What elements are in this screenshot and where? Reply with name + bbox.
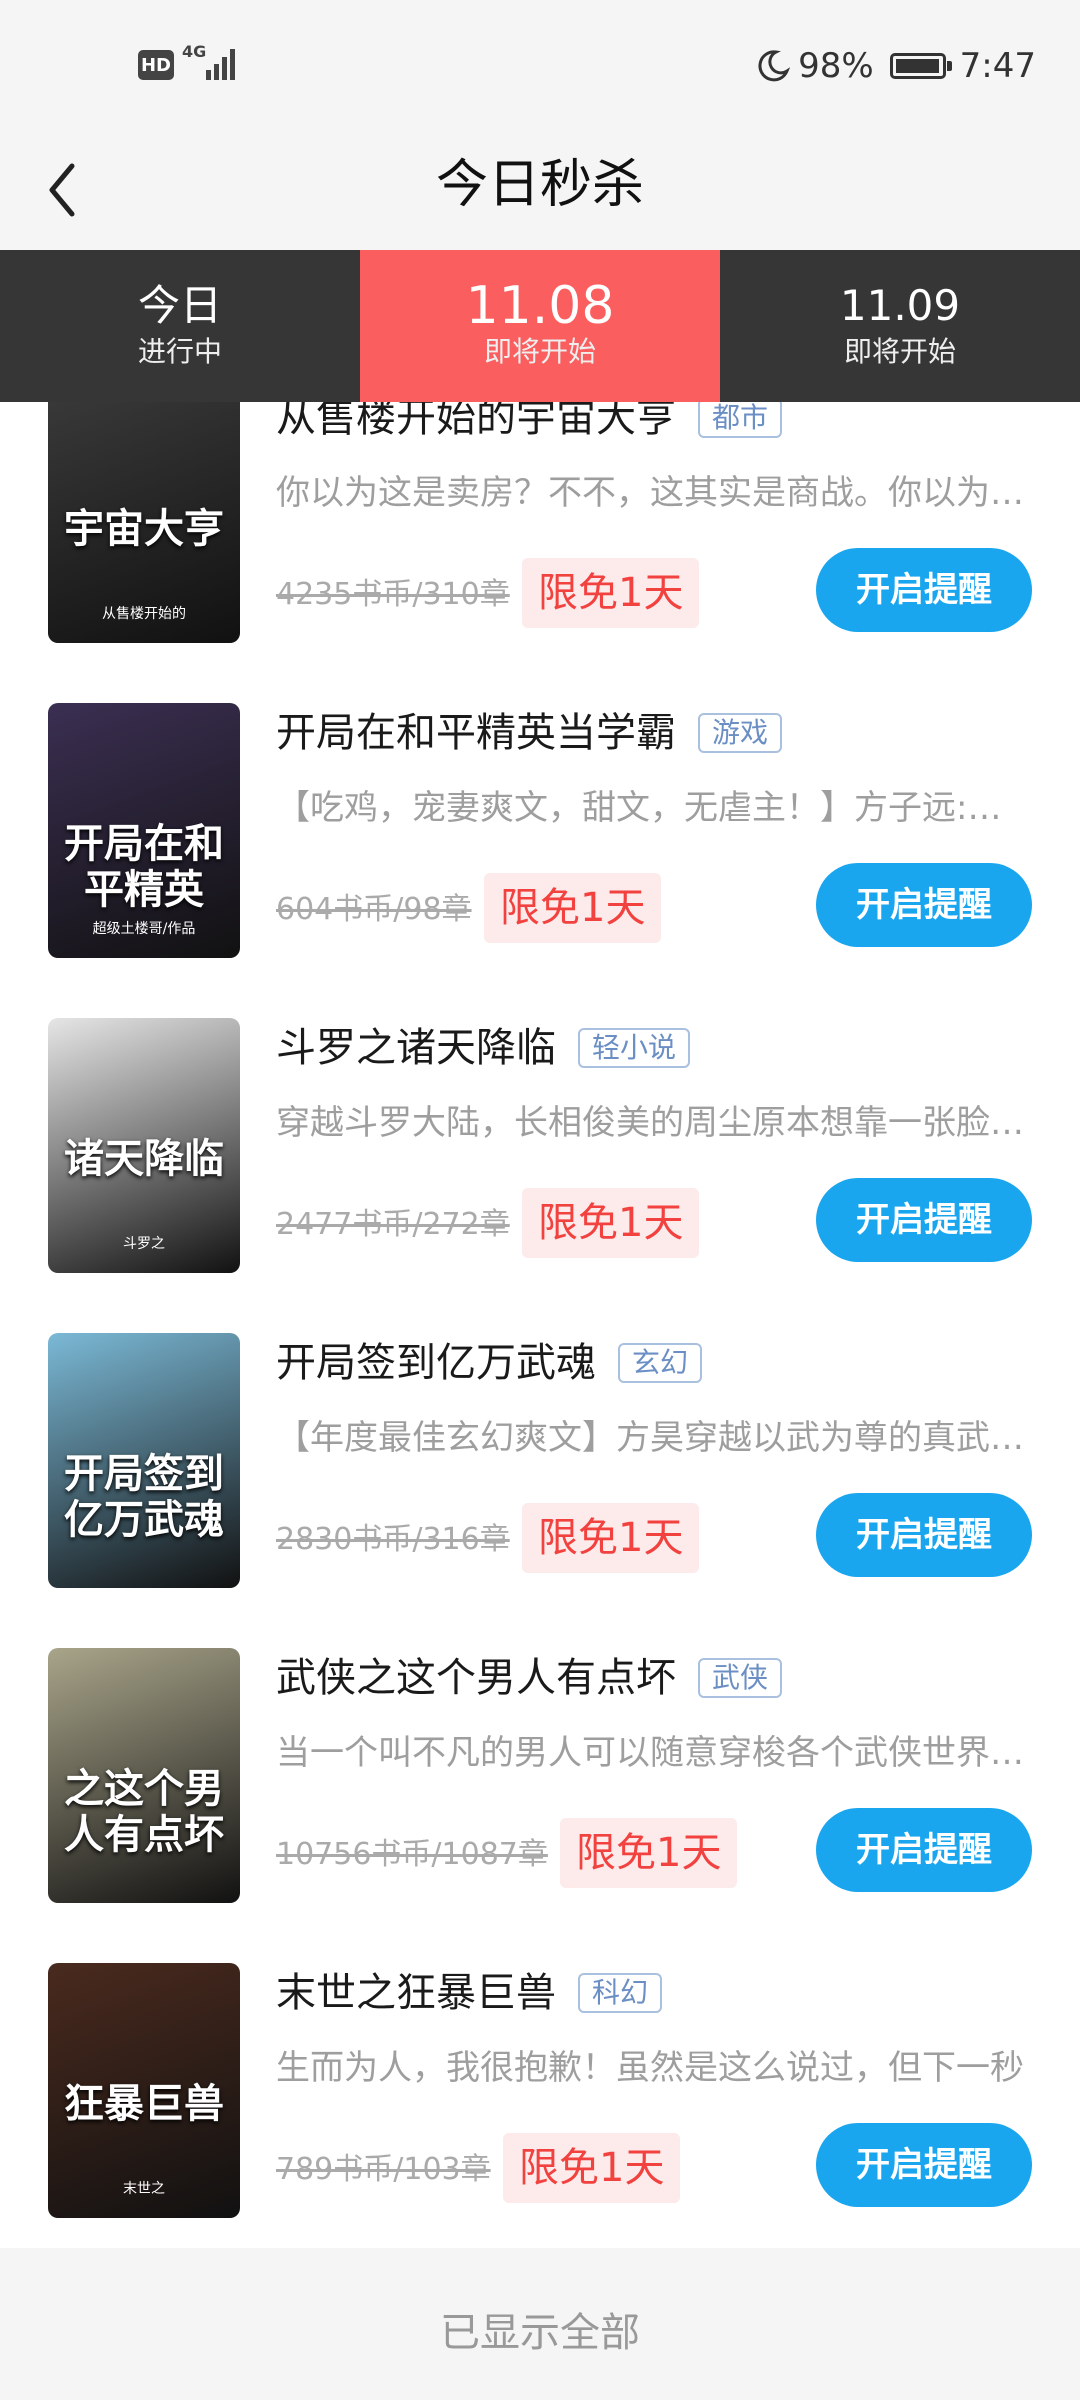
tab-title: 今日 [137, 281, 222, 330]
book-item[interactable]: 末世之 狂暴巨兽 末世之狂暴巨兽 科幻 生而为人，我很抱歉！虽然是这么说过，但下… [0, 1925, 1080, 2240]
book-title[interactable]: 武侠之这个男人有点坏 [276, 1650, 676, 1706]
tab-11-08[interactable]: 11.08 即将开始 [360, 250, 720, 416]
cover-title: 之这个男人有点坏 [64, 1766, 224, 1858]
book-title[interactable]: 斗罗之诸天降临 [276, 1020, 556, 1076]
page-header: 今日秒杀 [0, 130, 1080, 250]
free-badge: 限免1天 [560, 1818, 738, 1888]
book-title[interactable]: 末世之狂暴巨兽 [276, 1965, 556, 2021]
original-price: 4235书币/310章 [276, 577, 510, 612]
original-price: 2830书币/316章 [276, 1522, 510, 1557]
book-cover[interactable]: 开局签到亿万武魂 [48, 1333, 240, 1588]
book-cover[interactable]: 从售楼开始的 宇宙大亨 [48, 402, 240, 643]
free-badge: 限免1天 [484, 873, 662, 943]
original-price: 2477书币/272章 [276, 1207, 510, 1242]
book-title-row: 末世之狂暴巨兽 科幻 [276, 1965, 663, 2021]
tab-today[interactable]: 今日 进行中 [0, 250, 360, 402]
original-price: 789书币/103章 [276, 2152, 491, 2187]
remind-button[interactable]: 开启提醒 [816, 2123, 1032, 2207]
remind-button[interactable]: 开启提醒 [816, 1178, 1032, 1262]
cover-subtitle: 斗罗之 [123, 1236, 165, 1252]
book-description: 穿越斗罗大陆，长相俊美的周尘原本想靠一张脸混日子 [276, 1103, 1026, 1143]
book-title-row: 斗罗之诸天降临 轻小说 [276, 1020, 691, 1076]
book-cover[interactable]: 斗罗之 诸天降临 [48, 1018, 240, 1273]
book-description: 【吃鸡，宠妻爽文，甜文，无虐主！】方子远:… [276, 788, 1002, 828]
book-list-inner: 从售楼开始的 宇宙大亨 从售楼开始的宇宙大亨 都市 你以为这是卖房？不不，这其实… [0, 402, 1080, 2240]
tab-subtitle: 进行中 [137, 335, 222, 368]
book-title[interactable]: 开局签到亿万武魂 [276, 1335, 596, 1391]
genre-tag: 都市 [698, 402, 783, 438]
cover-subtitle: 末世之 [123, 2181, 165, 2197]
status-bar: HD 4G 98% 7:47 [0, 0, 1080, 130]
tab-title: 11.08 [465, 276, 615, 336]
book-cover[interactable]: 末世之 狂暴巨兽 [48, 1963, 240, 2218]
genre-tag: 游戏 [698, 713, 783, 753]
book-item[interactable]: 从售楼开始的 宇宙大亨 从售楼开始的宇宙大亨 都市 你以为这是卖房？不不，这其实… [0, 402, 1080, 665]
free-badge: 限免1天 [503, 2133, 681, 2203]
book-title-row: 开局签到亿万武魂 玄幻 [276, 1335, 703, 1391]
book-title[interactable]: 从售楼开始的宇宙大亨 [276, 402, 676, 446]
date-tabs: 今日 进行中 11.08 即将开始 11.09 即将开始 [0, 250, 1080, 416]
genre-tag: 玄幻 [618, 1343, 703, 1383]
book-description: 【年度最佳玄幻爽文】方昊穿越以武为尊的真武大陆 [276, 1418, 1026, 1458]
book-list[interactable]: 从售楼开始的 宇宙大亨 从售楼开始的宇宙大亨 都市 你以为这是卖房？不不，这其实… [0, 402, 1080, 2248]
genre-tag: 轻小说 [578, 1028, 691, 1068]
book-description: 当一个叫不凡的男人可以随意穿梭各个武侠世界的时候 [276, 1733, 1026, 1773]
signal-icon [206, 49, 235, 80]
cover-title: 开局签到亿万武魂 [64, 1451, 224, 1543]
remind-button[interactable]: 开启提醒 [816, 548, 1032, 632]
book-title-row: 武侠之这个男人有点坏 武侠 [276, 1650, 783, 1706]
remind-button[interactable]: 开启提醒 [816, 863, 1032, 947]
tab-subtitle: 即将开始 [483, 335, 596, 368]
remind-button[interactable]: 开启提醒 [816, 1808, 1032, 1892]
original-price: 604书币/98章 [276, 892, 472, 927]
tab-11-09[interactable]: 11.09 即将开始 [720, 250, 1080, 402]
book-cover[interactable]: 开局在和平精英 超级土楼哥/作品 [48, 703, 240, 958]
battery-fill [895, 59, 939, 73]
book-description: 生而为人，我很抱歉！虽然是这么说过，但下一秒 [276, 2048, 1024, 2088]
end-of-list-text: 已显示全部 [440, 2310, 640, 2356]
book-item[interactable]: 之这个男人有点坏 武侠之这个男人有点坏 武侠 当一个叫不凡的男人可以随意穿梭各个… [0, 1610, 1080, 1925]
list-footer: 已显示全部 [0, 2248, 1080, 2400]
book-cover[interactable]: 之这个男人有点坏 [48, 1648, 240, 1903]
network-type-label: 4G [182, 42, 207, 61]
free-badge: 限免1天 [522, 1188, 700, 1258]
status-right: 98% 7:47 [756, 44, 1036, 88]
genre-tag: 科幻 [578, 1973, 663, 2013]
book-title-row: 从售楼开始的宇宙大亨 都市 [276, 402, 783, 446]
page-title: 今日秒杀 [435, 155, 644, 215]
cover-title: 诸天降临 [64, 1136, 224, 1182]
remind-button[interactable]: 开启提醒 [816, 1493, 1032, 1577]
hd-badge: HD [138, 50, 174, 80]
tab-title: 11.09 [839, 281, 961, 330]
book-item[interactable]: 开局签到亿万武魂 开局签到亿万武魂 玄幻 【年度最佳玄幻爽文】方昊穿越以武为尊的… [0, 1295, 1080, 1610]
book-title[interactable]: 开局在和平精英当学霸 [276, 705, 676, 761]
book-item[interactable]: 开局在和平精英 超级土楼哥/作品 开局在和平精英当学霸 游戏 【吃鸡，宠妻爽文，… [0, 665, 1080, 980]
cover-title: 狂暴巨兽 [64, 2081, 224, 2127]
cover-subtitle: 从售楼开始的 [102, 606, 186, 622]
original-price: 10756书币/1087章 [276, 1837, 548, 1872]
book-description: 你以为这是卖房？不不，这其实是商战。你以为这是商战？不不，这是宇宙 [276, 473, 1026, 513]
cover-subtitle: 超级土楼哥/作品 [92, 921, 196, 937]
tab-subtitle: 即将开始 [843, 335, 956, 368]
battery-icon [889, 53, 952, 79]
battery-percent: 98% [798, 46, 874, 86]
book-item[interactable]: 斗罗之 诸天降临 斗罗之诸天降临 轻小说 穿越斗罗大陆，长相俊美的周尘原本想靠一… [0, 980, 1080, 1295]
genre-tag: 武侠 [698, 1658, 783, 1698]
cover-title: 开局在和平精英 [64, 821, 224, 913]
moon-icon [758, 50, 791, 82]
clock: 7:47 [959, 46, 1036, 86]
cover-title: 宇宙大亨 [64, 506, 224, 552]
free-badge: 限免1天 [522, 1503, 700, 1573]
free-badge: 限免1天 [522, 558, 700, 628]
book-title-row: 开局在和平精英当学霸 游戏 [276, 705, 783, 761]
